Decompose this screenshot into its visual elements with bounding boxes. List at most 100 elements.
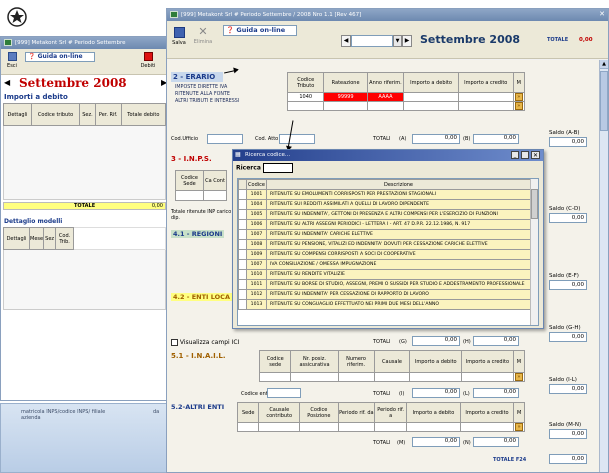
saldo-c-d-field: 0,00 xyxy=(549,213,587,223)
ricerca-row[interactable]: 1007 RITENUTE SU INDENNITA' CARICHE ELETT… xyxy=(238,229,531,240)
ricerca-row[interactable]: 1013 RITENUTE SU CONGUAGLIO EFFETTUATO NE… xyxy=(238,299,531,310)
dettaglio-table: Dettagli Mese Sez Cod. Trib. xyxy=(3,227,166,310)
header-totale-value: 0,00 xyxy=(579,37,593,43)
cod-ufficio-label: Cod.Ufficio xyxy=(171,136,199,142)
save-icon xyxy=(173,27,185,38)
dropdown-arrow-icon[interactable]: ▼ xyxy=(393,35,402,47)
codice-ente-input[interactable] xyxy=(267,388,301,398)
search-icon: ▦ xyxy=(235,151,241,158)
erario-anno-cell[interactable]: AAAA xyxy=(366,92,405,102)
ricerca-row[interactable]: 1012 RITENUTE SU INDENNITA' PER CESSAZION… xyxy=(238,289,531,300)
erario-credito-cell[interactable] xyxy=(457,92,514,102)
prev-month-button[interactable]: ◀ xyxy=(4,78,10,87)
row-selector[interactable] xyxy=(238,269,247,280)
scroll-thumb[interactable] xyxy=(531,189,538,219)
row-selector[interactable] xyxy=(238,249,247,260)
cod-atto-input[interactable] xyxy=(279,134,315,144)
ricerca-code: 1006 xyxy=(246,219,267,230)
row-selector[interactable] xyxy=(238,239,247,250)
ricerca-description: IVA CONSILIAZIONE / OMESSA IMPUGNAZIONE xyxy=(266,259,531,270)
row-selector[interactable] xyxy=(238,209,247,220)
totale-l-field: 0,00 xyxy=(473,388,519,398)
altri-enti-row-button[interactable]: » xyxy=(515,423,524,431)
erario-row-button-2[interactable]: » xyxy=(514,102,523,110)
maximize-button[interactable] xyxy=(521,151,529,159)
row-selector[interactable] xyxy=(238,189,247,200)
ricerca-row[interactable]: 1006 RITENUTE SU ALTRI ASSEGNI PERIODICI … xyxy=(238,219,531,230)
ricerca-row[interactable]: 1007 IVA CONSILIAZIONE / OMESSA IMPUGNAZI… xyxy=(238,259,531,270)
help-icon: ❓ xyxy=(28,53,36,60)
ricerca-row[interactable]: 1001 RITENUTE SU EMOLUMENTI CORRISPOSTI P… xyxy=(238,189,531,200)
debiti-button[interactable]: Debiti xyxy=(137,51,159,73)
main-toolbar: Salva ✕ Elimina ❓ Guida on-line ◀ ▼ ▶ Sett… xyxy=(167,21,608,59)
guide-online-button[interactable]: ❓ Guida on-line xyxy=(223,25,297,36)
close-icon[interactable]: ✕ xyxy=(599,10,605,18)
inps-note: Totale ritenute INP carico dip. xyxy=(171,210,232,221)
row-selector[interactable] xyxy=(238,279,247,290)
ricerca-description: RITENUTE SU BORSE DI STUDIO, ASSEGNI, PR… xyxy=(266,279,531,290)
ricerca-code: 1005 xyxy=(246,209,267,220)
ricerca-description: RITENUTE SU COMPENSI CORRISPOSTI A SOCI … xyxy=(266,249,531,260)
ricerca-row[interactable]: 1004 RITENUTE SUI REDDITI ASSIMILATI A QU… xyxy=(238,199,531,210)
ricerca-row[interactable]: 1010 RITENUTE SU RENDITE VITALIZIE xyxy=(238,269,531,280)
dettaglio-modelli-title: Dettaglio modelli xyxy=(4,218,63,225)
col-descrizione: Descrizione xyxy=(266,179,531,190)
totale-g-field: 0,00 xyxy=(412,336,460,346)
ricerca-list-scrollbar[interactable] xyxy=(530,179,538,325)
help-icon: ❓ xyxy=(226,26,235,34)
inail-title: 5.1 - I.N.A.I.L. xyxy=(171,352,226,360)
prev-month-button[interactable]: ◀ xyxy=(341,35,351,47)
ricerca-row[interactable]: 1008 RITENUTE SU PENSIONE, VITALIZI ED IN… xyxy=(238,239,531,250)
delete-button[interactable]: ✕ Elimina xyxy=(192,26,214,52)
inail-row-button[interactable]: » xyxy=(514,373,523,381)
cod-ufficio-input[interactable] xyxy=(207,134,243,144)
col-totale-debito: Totale debito xyxy=(120,103,167,126)
scroll-thumb[interactable] xyxy=(600,71,608,131)
exit-icon xyxy=(7,52,17,61)
col-sez: Sez. xyxy=(79,103,96,126)
ricerca-search-input[interactable] xyxy=(262,163,293,173)
inps-title: 3 - I.N.P.S. xyxy=(171,155,212,163)
month-selector[interactable]: ◀ ▼ ▶ xyxy=(341,35,415,47)
minimize-button[interactable]: _ xyxy=(511,151,519,159)
close-button[interactable]: ✕ xyxy=(531,151,540,159)
ricerca-description: RITENUTE SU RENDITE VITALIZIE xyxy=(266,269,531,280)
row-selector[interactable] xyxy=(238,289,247,300)
month-dropdown[interactable] xyxy=(351,35,393,47)
totale-f24-label: TOTALE F24 xyxy=(493,457,527,463)
inps-table: Codice Sede Ca Cont xyxy=(175,170,227,201)
scroll-up-icon[interactable]: ▲ xyxy=(600,60,608,69)
row-selector[interactable] xyxy=(238,299,247,310)
col-per-rif: Per. Rif. xyxy=(94,103,122,126)
next-month-button[interactable]: ▶ xyxy=(402,35,412,47)
ricerca-description: RITENUTE SU CONGUAGLIO EFFETTUATO NEI PR… xyxy=(266,299,531,310)
main-scrollbar[interactable]: ▲ xyxy=(599,60,608,472)
erario-row-button[interactable]: » xyxy=(514,93,523,101)
ricerca-code: 1001 xyxy=(246,189,267,200)
totale-b-field: 0,00 xyxy=(473,134,519,144)
row-selector[interactable] xyxy=(238,219,247,230)
header-totale-label: TOTALE xyxy=(547,37,569,43)
visualizza-ici-checkbox[interactable]: Visualizza campi ICI xyxy=(171,339,239,346)
erario-debito-cell[interactable] xyxy=(403,92,459,102)
erario-rateazione-cell[interactable]: 99999 xyxy=(323,92,368,102)
left-month-label: Settembre 2008 xyxy=(19,76,127,90)
ricerca-row[interactable]: 1011 RITENUTE SU BORSE DI STUDIO, ASSEGNI… xyxy=(238,279,531,290)
col-dettagli: Dettagli xyxy=(3,103,32,126)
exit-button[interactable]: Esci xyxy=(4,51,20,73)
ricerca-code: 1007 xyxy=(246,259,267,270)
row-selector[interactable] xyxy=(238,229,247,240)
ricerca-row[interactable]: 1005 RITENUTE SU INDENNITA', GETTONI DI P… xyxy=(238,209,531,220)
importi-table: Dettagli Codice tributo Sez. Per. Rif. T… xyxy=(3,103,167,200)
saldo-m-n-field: 0,00 xyxy=(549,429,587,439)
ricerca-description: RITENUTE SU INDENNITA', GETTONI DI PRESE… xyxy=(266,209,531,220)
ricerca-row[interactable]: 1009 RITENUTE SU COMPENSI CORRISPOSTI A S… xyxy=(238,249,531,260)
save-button[interactable]: Salva xyxy=(170,26,188,52)
saldo-g-h-field: 0,00 xyxy=(549,332,587,342)
row-selector[interactable] xyxy=(238,259,247,270)
guide-online-button[interactable]: ❓ Guida on-line xyxy=(25,52,95,62)
row-selector[interactable] xyxy=(238,199,247,210)
erario-codice-cell[interactable]: 1040 xyxy=(286,92,325,102)
regioni-title: 4.1 - REGIONI xyxy=(171,230,225,238)
col-codice-tributo: Codice tributo xyxy=(30,103,81,126)
